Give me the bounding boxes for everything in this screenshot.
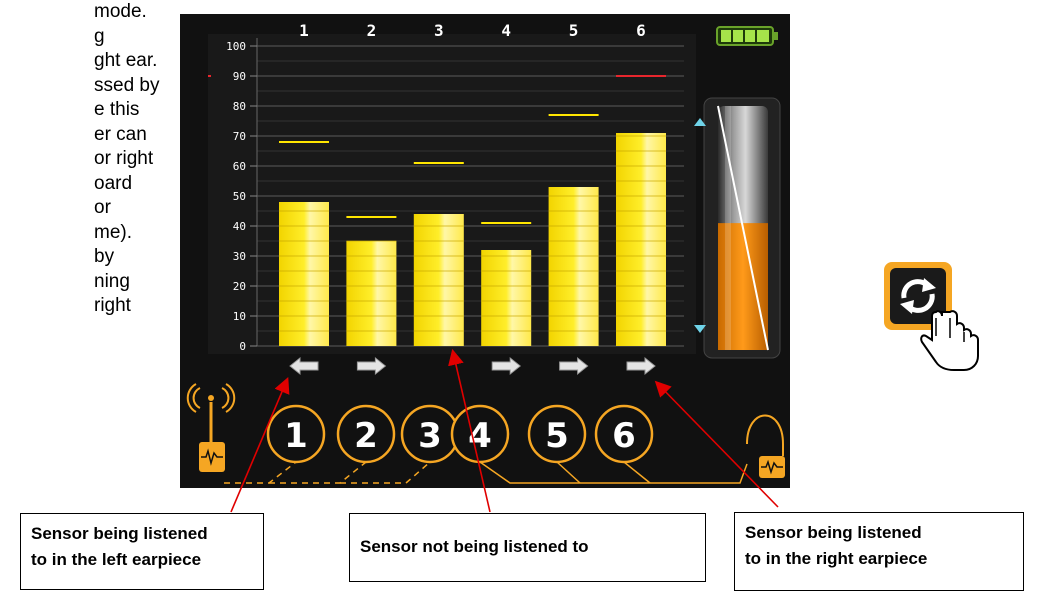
- text-line: or: [94, 197, 111, 218]
- sensor-buttons: 1 234 5 6: [266, 404, 654, 464]
- sensor-number: 2: [354, 416, 378, 456]
- left-arrow-icon[interactable]: [289, 356, 319, 376]
- sensor-number: 5: [545, 416, 569, 456]
- sensor-button-3[interactable]: 3: [400, 404, 460, 464]
- y-tick-label: 90: [233, 70, 246, 83]
- callout-line: Sensor being listened: [31, 524, 208, 543]
- sensor-button-2[interactable]: 2: [336, 404, 396, 464]
- bar: [616, 133, 666, 346]
- sensor-number: 3: [418, 416, 442, 456]
- sensor-number: 1: [284, 416, 308, 456]
- sensor-button-4[interactable]: 4: [450, 404, 510, 464]
- text-line: right: [94, 295, 131, 316]
- y-tick-label: 60: [233, 160, 246, 173]
- device-screen: 0102030405060708090100 123456: [180, 14, 790, 488]
- bar: [279, 202, 329, 346]
- refresh-button[interactable]: [880, 258, 990, 378]
- x-tick-label: 5: [569, 21, 579, 40]
- text-line: me).: [94, 221, 132, 243]
- callout-line: Sensor not being listened to: [360, 537, 589, 556]
- callout-left-earpiece: Sensor being listened to in the left ear…: [20, 513, 264, 590]
- sensor-button-6[interactable]: 6: [594, 404, 654, 464]
- x-tick-label: 4: [501, 21, 511, 40]
- sensor-connections: [224, 461, 748, 484]
- right-arrow-icon[interactable]: [491, 356, 522, 376]
- text-line: e this: [94, 99, 140, 120]
- text-line: by: [94, 246, 115, 267]
- right-arrow-icon[interactable]: [559, 356, 589, 376]
- x-tick-label: 2: [367, 21, 377, 40]
- x-tick-label: 3: [434, 21, 444, 40]
- battery-full-icon: [716, 26, 778, 46]
- y-tick-label: 100: [226, 40, 246, 53]
- device-display: 0102030405060708090100 123456 1 2 3 4 5 …: [186, 21, 785, 484]
- wireless-transmitter-icon: [186, 383, 236, 472]
- instruction-text: mode. g ght ear. ssed by e this er can o…: [0, 0, 170, 440]
- text-line: ssed by: [94, 74, 160, 96]
- right-arrow-icon[interactable]: [626, 356, 656, 376]
- bar-6: [616, 133, 666, 346]
- text-line: mode.: [94, 1, 147, 22]
- sensor-number: 4: [468, 416, 492, 456]
- y-tick-label: 50: [233, 190, 246, 203]
- x-tick-label: 1: [299, 21, 309, 40]
- sensor-number: 6: [612, 416, 636, 456]
- text-line: oard: [94, 172, 133, 194]
- text-line: or right: [94, 148, 154, 169]
- bar-5: [548, 187, 599, 346]
- y-tick-label: 70: [233, 130, 246, 143]
- text-line: g: [94, 25, 105, 47]
- volume-gauge: [703, 97, 781, 359]
- text-line: ning: [94, 270, 130, 292]
- y-tick-label: 40: [233, 220, 246, 233]
- text-line: ght ear.: [94, 50, 158, 71]
- y-tick-label: 20: [233, 280, 246, 293]
- x-tick-label: 6: [636, 21, 646, 40]
- bar-1: [279, 202, 329, 346]
- bar-2: [346, 240, 397, 346]
- bar: [346, 241, 397, 346]
- callout-not-listened: Sensor not being listened to: [349, 513, 706, 582]
- bar: [481, 250, 532, 346]
- y-tick-label: 10: [233, 310, 246, 323]
- callout-right-earpiece: Sensor being listened to in the right ea…: [734, 512, 1024, 591]
- bar-3: [413, 214, 464, 346]
- y-tick-label: 80: [233, 100, 246, 113]
- callout-line: Sensor being listened: [745, 523, 922, 542]
- earpiece-arrows: [289, 356, 656, 376]
- bar-4: [481, 250, 532, 346]
- refresh-icon: [884, 262, 979, 371]
- sensor-button-5[interactable]: 5: [527, 404, 587, 464]
- callout-line: to in the left earpiece: [31, 550, 202, 569]
- y-tick-label: 30: [233, 250, 246, 263]
- text-line: er can: [94, 123, 147, 145]
- bar: [413, 214, 464, 346]
- sensor-button-1[interactable]: 1: [266, 404, 326, 464]
- callout-line: to in the right earpiece: [745, 549, 928, 568]
- y-tick-label: 0: [239, 340, 246, 353]
- wired-transmitter-icon: [746, 414, 785, 478]
- right-arrow-icon[interactable]: [356, 356, 387, 376]
